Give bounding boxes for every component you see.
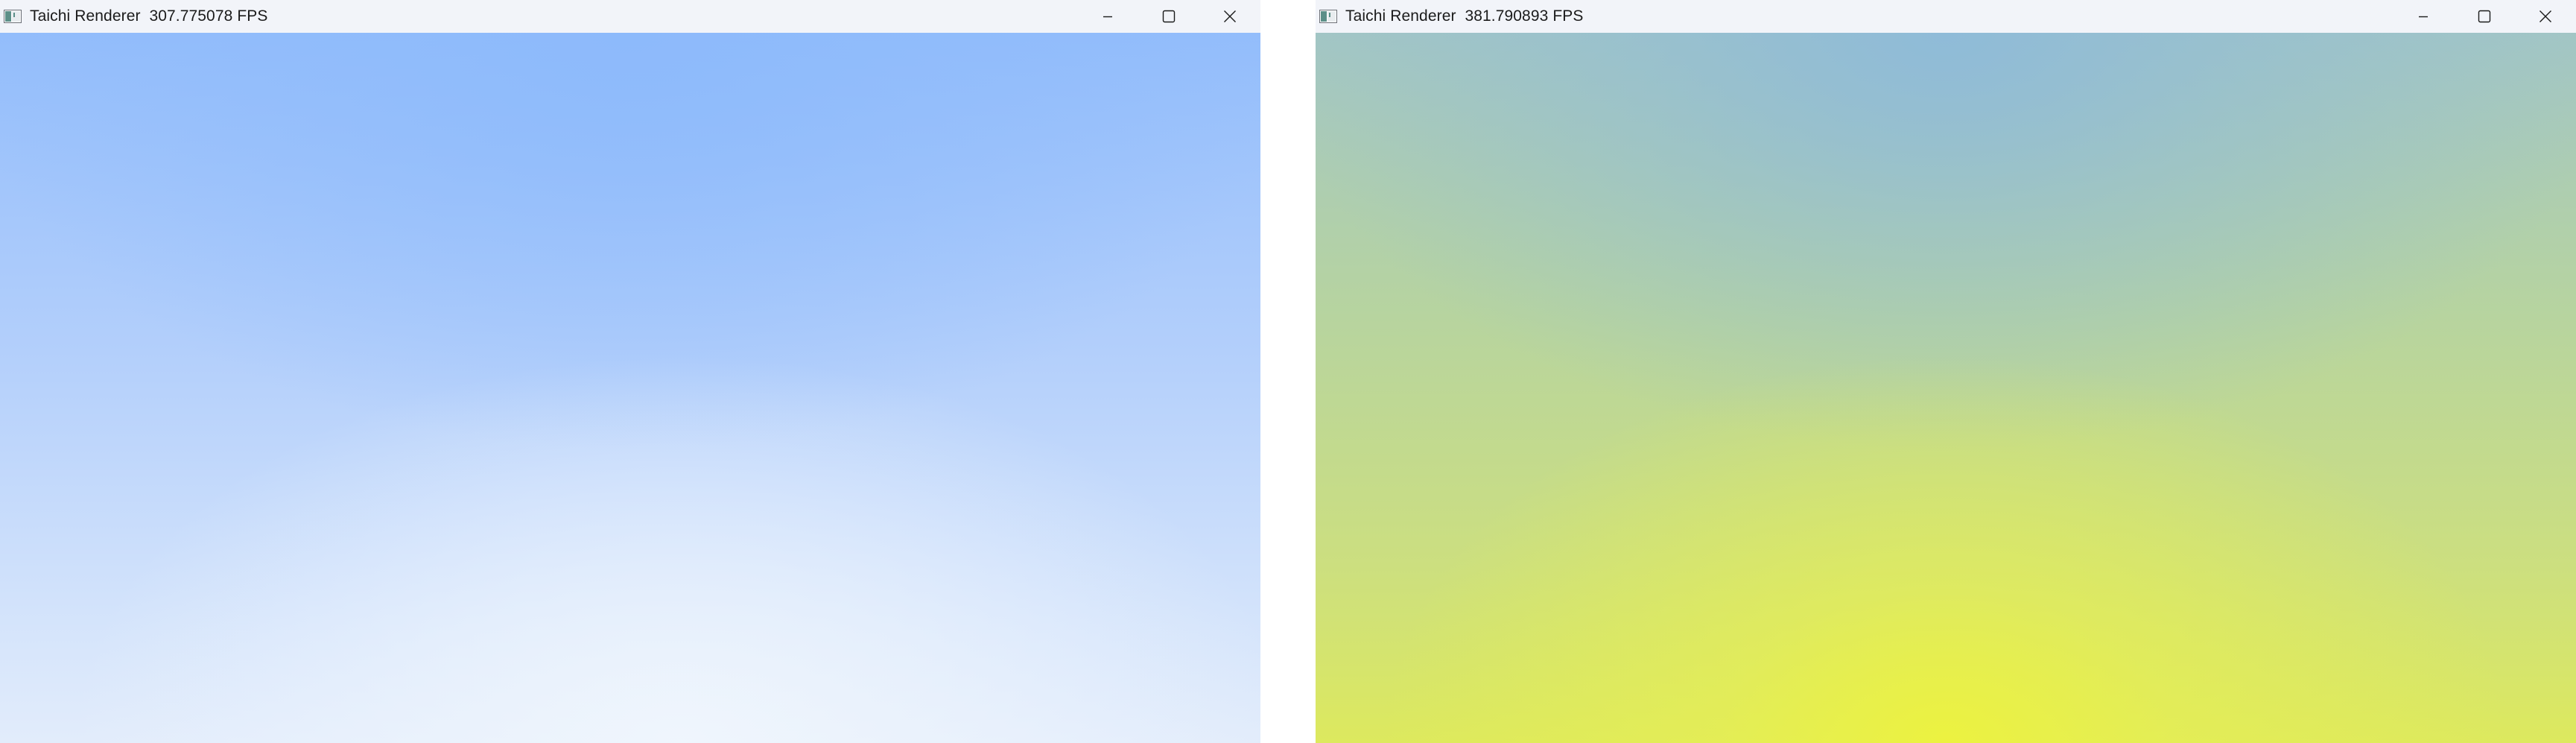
renderer-window-right[interactable]: Taichi Renderer 381.790893 FPS	[1316, 0, 2576, 743]
close-icon	[2539, 10, 2551, 22]
close-icon	[1224, 10, 1236, 22]
maximize-button[interactable]	[2454, 0, 2515, 33]
window-controls	[1077, 0, 1260, 33]
minimize-icon	[1103, 16, 1112, 18]
maximize-icon	[1162, 10, 1176, 23]
renderer-window-left[interactable]: Taichi Renderer 307.775078 FPS	[0, 0, 1260, 743]
minimize-button[interactable]	[1077, 0, 1138, 33]
desktop: Taichi Renderer 307.775078 FPS Taichi Re…	[0, 0, 2576, 743]
close-button[interactable]	[1199, 0, 1260, 33]
window-controls	[2393, 0, 2576, 33]
window-title: Taichi Renderer 307.775078 FPS	[30, 7, 268, 25]
minimize-button[interactable]	[2393, 0, 2454, 33]
render-canvas[interactable]	[0, 33, 1260, 743]
title-bar[interactable]: Taichi Renderer 307.775078 FPS	[0, 0, 1260, 33]
window-title: Taichi Renderer 381.790893 FPS	[1345, 7, 1584, 25]
app-window-icon	[3, 9, 22, 24]
minimize-icon	[2419, 16, 2428, 18]
close-button[interactable]	[2515, 0, 2576, 33]
render-canvas[interactable]	[1316, 33, 2576, 743]
app-window-icon	[1319, 9, 1338, 24]
title-bar[interactable]: Taichi Renderer 381.790893 FPS	[1316, 0, 2576, 33]
maximize-icon	[2478, 10, 2491, 23]
maximize-button[interactable]	[1138, 0, 1199, 33]
